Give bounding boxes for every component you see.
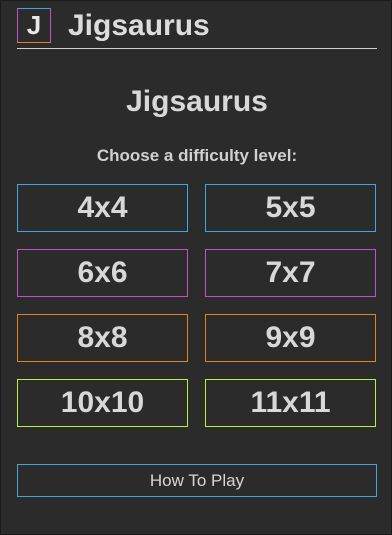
app-logo: J [17,8,51,43]
difficulty-button-8x8[interactable]: 8x8 [17,314,188,362]
difficulty-button-11x11[interactable]: 11x11 [205,379,376,427]
app-header: J Jigsaurus [17,8,377,49]
difficulty-button-4x4[interactable]: 4x4 [17,184,188,232]
difficulty-button-6x6[interactable]: 6x6 [17,249,188,297]
difficulty-button-10x10[interactable]: 10x10 [17,379,188,427]
page-title: Jigsaurus [126,85,268,118]
difficulty-button-9x9[interactable]: 9x9 [205,314,376,362]
difficulty-prompt: Choose a difficulty level: [96,146,298,165]
difficulty-button-7x7[interactable]: 7x7 [205,249,376,297]
app-title: Jigsaurus [68,9,210,42]
how-to-play-button[interactable]: How To Play [17,464,377,497]
app-panel: J Jigsaurus Jigsaurus Choose a difficult… [0,0,392,535]
difficulty-button-5x5[interactable]: 5x5 [205,184,376,232]
logo-letter: J [26,10,42,40]
